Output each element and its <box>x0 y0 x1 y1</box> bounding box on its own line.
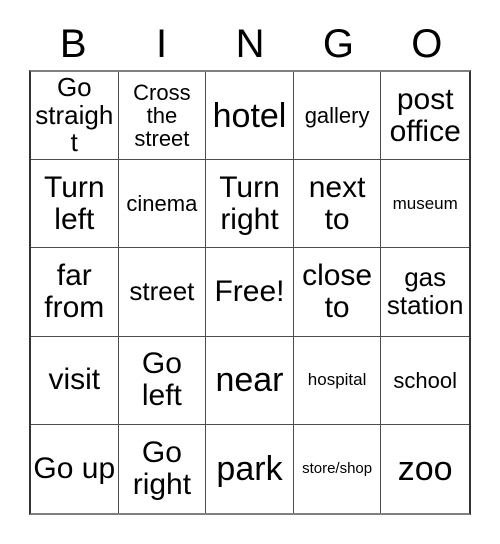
bingo-cell[interactable]: far from <box>31 248 119 337</box>
bingo-cell[interactable]: museum <box>381 160 469 249</box>
bingo-cell[interactable]: Turn left <box>31 160 119 249</box>
bingo-cell[interactable]: gallery <box>293 72 382 161</box>
bingo-cell-label: zoo <box>397 449 453 488</box>
bingo-cell-label: Go up <box>33 451 116 485</box>
bingo-cell[interactable]: visit <box>31 336 119 425</box>
bingo-cell[interactable]: near <box>206 336 294 425</box>
bingo-cell-label: Turn left <box>44 170 105 236</box>
bingo-cell-label: cinema <box>126 191 198 217</box>
bingo-grid: Go straight Cross the street hotel gallery p… <box>29 70 471 515</box>
bingo-cell[interactable]: park <box>206 424 294 513</box>
bingo-cell-label: Free! <box>214 275 285 309</box>
bingo-cell[interactable]: Turn right <box>206 160 294 249</box>
bingo-cell-label: Turn right <box>219 170 280 236</box>
bingo-cell-label: visit <box>48 363 101 397</box>
bingo-cell-label: next to <box>308 170 366 236</box>
bingo-cell[interactable]: Go straight <box>31 72 119 161</box>
bingo-cell[interactable]: next to <box>293 160 382 249</box>
bingo-header-letter-o: O <box>411 22 443 66</box>
bingo-cell-label: hospital <box>307 370 367 390</box>
bingo-cell-label: museum <box>392 193 458 213</box>
bingo-cell-label: gallery <box>304 102 370 128</box>
bingo-cell[interactable]: zoo <box>381 424 469 513</box>
bingo-cell-label: Cross the street <box>133 79 191 152</box>
bingo-cell-label: park <box>216 449 283 488</box>
bingo-cell-label: close to <box>302 259 373 324</box>
bingo-cell-label: Go left <box>141 347 182 413</box>
bingo-cell[interactable]: Go right <box>118 424 207 513</box>
bingo-cell-label: school <box>393 367 457 393</box>
bingo-cell-label: street <box>129 276 195 307</box>
bingo-card: B I N G O Go straight Cross the street hot… <box>0 0 500 544</box>
bingo-cell[interactable]: Go up <box>31 424 119 513</box>
bingo-cell[interactable]: hospital <box>293 336 382 425</box>
bingo-cell-label: far from <box>44 259 105 324</box>
bingo-cell-label: Go straight <box>35 72 114 158</box>
bingo-cell-label: hotel <box>212 96 287 135</box>
bingo-cell[interactable]: hotel <box>206 72 294 161</box>
bingo-cell-label: near <box>215 361 284 400</box>
bingo-header-letter-n: N <box>235 22 265 66</box>
bingo-cell[interactable]: Cross the street <box>118 72 207 161</box>
bingo-cell[interactable]: Free! <box>206 248 294 337</box>
bingo-cell[interactable]: cinema <box>118 160 207 249</box>
bingo-cell[interactable]: store/shop <box>293 424 382 513</box>
bingo-cell-label: post office <box>389 82 461 148</box>
bingo-header-letter-g: G <box>322 22 354 66</box>
bingo-cell[interactable]: gas station <box>381 248 469 337</box>
bingo-header-letter-b: B <box>59 22 87 66</box>
bingo-cell[interactable]: street <box>118 248 207 337</box>
bingo-cell-label: store/shop <box>302 459 373 477</box>
bingo-cell[interactable]: close to <box>293 248 382 337</box>
bingo-cell-label: Go right <box>132 436 192 501</box>
bingo-cell[interactable]: post office <box>381 72 469 161</box>
bingo-header-row: B I N G O <box>29 18 471 70</box>
bingo-header-letter-i: I <box>156 22 168 66</box>
bingo-cell-label: gas station <box>386 262 464 320</box>
bingo-cell[interactable]: Go left <box>118 336 207 425</box>
bingo-cell[interactable]: school <box>381 336 469 425</box>
